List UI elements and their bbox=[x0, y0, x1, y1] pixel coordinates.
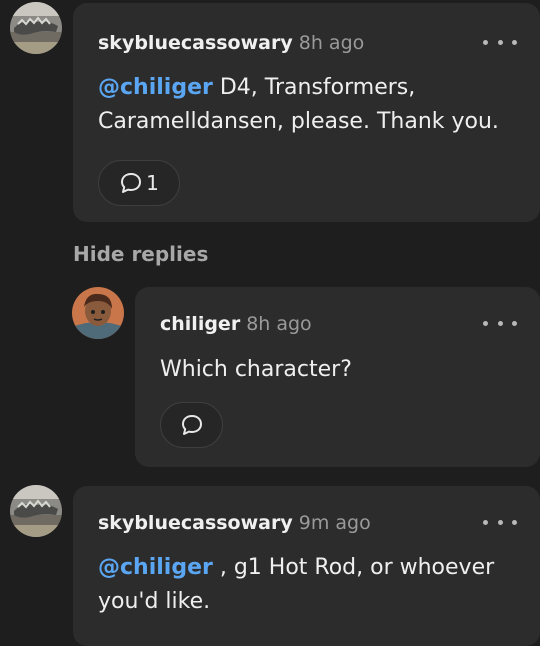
mention-link[interactable]: @chiliger bbox=[98, 75, 213, 100]
hide-replies-link[interactable]: Hide replies bbox=[73, 242, 208, 266]
more-options-icon[interactable] bbox=[483, 314, 517, 332]
comment-meta: skybluecassowary 9m ago bbox=[98, 512, 371, 534]
username[interactable]: skybluecassowary bbox=[98, 32, 293, 54]
avatar-skybluecassowary[interactable] bbox=[10, 2, 62, 54]
comment-card: skybluecassowary 9m ago @chiliger , g1 Ho… bbox=[73, 486, 540, 646]
username[interactable]: skybluecassowary bbox=[98, 512, 293, 534]
timestamp: 8h ago bbox=[246, 313, 312, 335]
avatar-image bbox=[10, 2, 62, 54]
more-options-icon[interactable] bbox=[483, 513, 517, 531]
comment-card: skybluecassowary 8h ago @chiliger D4, Tra… bbox=[73, 3, 540, 222]
reply-button[interactable] bbox=[160, 402, 223, 448]
comment-text: @chiliger , g1 Hot Rod, or whoever you'd… bbox=[98, 551, 518, 619]
speech-bubble-icon bbox=[181, 415, 202, 435]
reply-count: 1 bbox=[146, 171, 159, 195]
avatar-image bbox=[10, 485, 62, 537]
avatar-chiliger[interactable] bbox=[72, 287, 124, 339]
more-options-icon[interactable] bbox=[483, 33, 517, 51]
speech-bubble-icon bbox=[121, 173, 142, 193]
mention-link[interactable]: @chiliger bbox=[98, 555, 213, 580]
username[interactable]: chiliger bbox=[160, 313, 240, 335]
avatar-image bbox=[72, 287, 124, 339]
comment-meta: skybluecassowary 8h ago bbox=[98, 32, 364, 54]
reply-card: chiliger 8h ago Which character? bbox=[135, 287, 540, 467]
reply-button[interactable]: 1 bbox=[98, 160, 180, 206]
comment-meta: chiliger 8h ago bbox=[160, 313, 312, 335]
avatar-skybluecassowary[interactable] bbox=[10, 485, 62, 537]
timestamp: 8h ago bbox=[298, 32, 365, 54]
comment-text: Which character? bbox=[160, 357, 352, 382]
comment-text: @chiliger D4, Transformers, Caramelldans… bbox=[98, 71, 518, 139]
timestamp: 9m ago bbox=[298, 512, 371, 534]
